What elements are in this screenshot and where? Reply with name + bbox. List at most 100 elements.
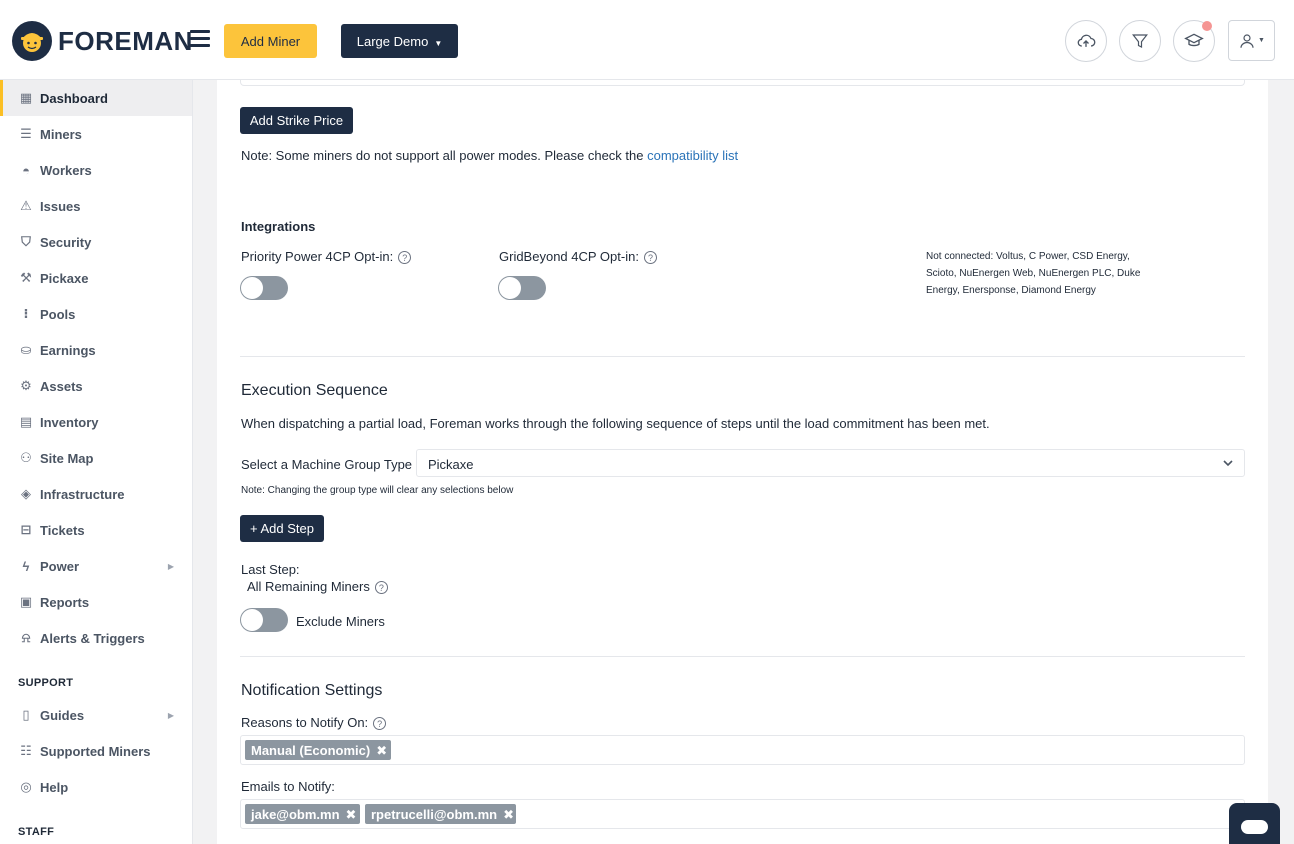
sidebar-item-infrastructure[interactable]: ◈ Infrastructure [0, 476, 192, 512]
power-mode-note: Note: Some miners do not support all pow… [241, 148, 739, 163]
upload-button[interactable] [1065, 20, 1107, 62]
reasons-label: Reasons to Notify On:? [241, 715, 387, 731]
sidebar-item-security[interactable]: ⛉ Security [0, 224, 192, 260]
chevron-down-icon [1223, 460, 1233, 467]
not-connected-line-2: Scioto, NuEnergen Web, NuEnergen PLC, Du… [926, 268, 1141, 279]
chevron-right-icon: ▶ [167, 561, 174, 571]
demo-label: Large Demo [356, 33, 429, 49]
shield-icon: ⛉ [21, 234, 31, 249]
group-type-note: Note: Changing the group type will clear… [241, 485, 514, 496]
help-icon[interactable]: ? [398, 251, 412, 265]
help-icon[interactable]: ? [643, 251, 657, 265]
bolt-icon: ϟ [22, 558, 30, 574]
list-icon: ☷ [20, 743, 32, 758]
group-type-value: Pickaxe [428, 457, 474, 472]
all-remaining-label: All Remaining Miners? [247, 579, 388, 595]
section-divider [240, 656, 1245, 657]
inventory-icon: ▤ [19, 414, 33, 429]
staff-section-title: STAFF [18, 826, 55, 838]
not-connected-line-3: Energy, Enersponse, Diamond Energy [926, 285, 1096, 296]
add-miner-button[interactable]: Add Miner [224, 24, 317, 58]
foreman-logo-icon[interactable] [12, 21, 52, 61]
caret-down-icon: ▼ [1258, 37, 1265, 44]
sidebar-item-dashboard[interactable]: ▦ Dashboard [0, 80, 192, 116]
add-step-button[interactable]: + Add Step [240, 515, 324, 542]
sidebar-item-pools[interactable]: ⁝ Pools [0, 296, 192, 332]
server-icon: ☰ [20, 126, 32, 141]
group-type-select[interactable]: Pickaxe [416, 449, 1245, 477]
gridbeyond-toggle[interactable] [498, 276, 546, 300]
email-tag: jake@obm.mn ✖ [245, 804, 360, 824]
pools-icon: ⁝ [23, 306, 29, 321]
user-icon [1240, 33, 1254, 48]
sidebar-item-power[interactable]: ϟ Power ▶ [0, 548, 192, 584]
sidebar-item-help[interactable]: ◎ Help [0, 769, 192, 805]
notification-dot [1202, 21, 1212, 31]
brand-name[interactable]: FOREMAN [58, 26, 193, 57]
emails-label: Emails to Notify: [241, 779, 335, 794]
chat-widget-button[interactable] [1229, 803, 1280, 844]
remove-tag-icon[interactable]: ✖ [503, 807, 514, 823]
remove-tag-icon[interactable]: ✖ [376, 743, 387, 759]
help-icon[interactable]: ? [374, 581, 388, 595]
sidebar-item-inventory[interactable]: ▤ Inventory [0, 404, 192, 440]
exclude-miners-toggle[interactable] [240, 608, 288, 632]
sitemap-icon: ⚇ [20, 450, 32, 465]
chevron-right-icon: ▶ [167, 710, 174, 720]
execution-sequence-description: When dispatching a partial load, Foreman… [241, 416, 990, 431]
not-connected-line-1: Not connected: Voltus, C Power, CSD Ener… [926, 251, 1130, 262]
caret-down-icon: ▼ [434, 38, 443, 48]
support-section-title: SUPPORT [18, 677, 74, 689]
reason-tag: Manual (Economic) ✖ [245, 740, 391, 760]
remove-tag-icon[interactable]: ✖ [346, 807, 357, 823]
sidebar-item-reports[interactable]: ▣ Reports [0, 584, 192, 620]
sidebar-item-issues[interactable]: ⚠ Issues [0, 188, 192, 224]
sidebar-item-alerts[interactable]: ⍾ Alerts & Triggers [0, 620, 192, 656]
sidebar-item-guides[interactable]: ▯ Guides ▶ [0, 697, 192, 733]
lifebuoy-icon: ◎ [20, 779, 32, 794]
menu-toggle-icon[interactable] [190, 30, 210, 48]
emails-multiselect[interactable]: jake@obm.mn ✖ rpetrucelli@obm.mn ✖ [240, 799, 1245, 829]
pickaxe-icon: ⚒ [20, 270, 32, 285]
user-menu-button[interactable]: ▼ [1228, 20, 1275, 61]
dashboard-icon: ▦ [19, 90, 33, 105]
group-type-label: Select a Machine Group Type [241, 457, 413, 472]
filter-icon [1132, 34, 1148, 48]
exclude-miners-label: Exclude Miners [296, 614, 385, 629]
sidebar-item-supported-miners[interactable]: ☷ Supported Miners [0, 733, 192, 769]
compatibility-list-link[interactable]: compatibility list [647, 148, 738, 163]
warning-icon: ⚠ [20, 198, 32, 213]
alert-icon: ⍾ [21, 630, 31, 645]
sidebar-item-miners[interactable]: ☰ Miners [0, 116, 192, 152]
filter-button[interactable] [1119, 20, 1161, 62]
notification-settings-title: Notification Settings [241, 682, 383, 699]
graduation-cap-icon [1184, 33, 1204, 47]
sidebar-item-site-map[interactable]: ⚇ Site Map [0, 440, 192, 476]
help-icon[interactable]: ? [373, 717, 387, 731]
book-icon: ▯ [22, 707, 30, 722]
layers-icon: ◈ [21, 486, 31, 501]
sidebar-item-earnings[interactable]: ⛀ Earnings [0, 332, 192, 368]
sidebar-item-pickaxe[interactable]: ⚒ Pickaxe [0, 260, 192, 296]
gridbeyond-label: GridBeyond 4CP Opt-in:? [499, 249, 657, 265]
sidebar-item-workers[interactable]: ◓ Workers [0, 152, 192, 188]
academy-button[interactable] [1173, 20, 1215, 62]
ticket-icon: ⊟ [20, 522, 32, 537]
sidebar-item-assets[interactable]: ⚙ Assets [0, 368, 192, 404]
demo-selector-button[interactable]: Large Demo ▼ [341, 24, 458, 58]
hardhat-icon: ◓ [22, 162, 30, 178]
cloud-upload-icon [1077, 34, 1096, 47]
earnings-icon: ⛀ [20, 342, 32, 357]
integrations-title: Integrations [241, 219, 316, 234]
add-strike-price-button[interactable]: Add Strike Price [240, 107, 353, 134]
sidebar-item-tickets[interactable]: ⊟ Tickets [0, 512, 192, 548]
reasons-multiselect[interactable]: Manual (Economic) ✖ [240, 735, 1245, 765]
last-step-label: Last Step: [241, 562, 300, 577]
sidebar: ▦ Dashboard ☰ Miners ◓ Workers ⚠ Issues ⛉ Sec… [0, 80, 193, 844]
section-divider [240, 356, 1245, 357]
priority-power-label: Priority Power 4CP Opt-in:? [241, 249, 412, 265]
priority-power-toggle[interactable] [240, 276, 288, 300]
chat-icon [1241, 820, 1268, 834]
top-header: FOREMAN Add Miner Large Demo ▼ ▼ [0, 0, 1294, 80]
previous-input-field[interactable] [240, 80, 1245, 86]
